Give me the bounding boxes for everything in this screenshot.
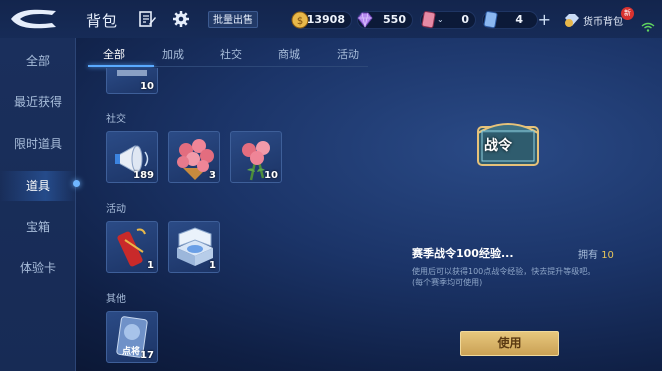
tab-active-underline [88, 65, 154, 67]
sidebar-item-recent[interactable]: 最近获得 [0, 87, 76, 117]
back-button[interactable] [8, 6, 60, 32]
chevron-down-icon[interactable]: ⌄ [437, 15, 444, 24]
wallet-icon [565, 14, 579, 27]
bulk-sell-button[interactable]: 批量出售 [208, 11, 258, 28]
section-label-social: 社交 [106, 114, 126, 125]
sidebar-item-trial-card[interactable]: 体验卡 [0, 253, 76, 283]
inventory-item-rose-bouquet[interactable]: 3 [168, 131, 220, 183]
gold-currency: $ 13908 [291, 11, 352, 29]
sidebar-item-all[interactable]: 全部 [0, 46, 76, 76]
voucher-currency: 4 + [482, 10, 551, 29]
item-title: 赛季战令100经验... [412, 247, 514, 260]
wallet-button[interactable]: 货币背包 新 [563, 7, 634, 29]
section-label-other: 其他 [106, 294, 126, 305]
new-badge: 新 [621, 7, 634, 20]
inventory-item-disc-box[interactable]: 1 [168, 221, 220, 273]
section-label-event: 活动 [106, 204, 126, 215]
ticket-currency: ⌄ 0 [420, 11, 476, 29]
chest-label: 战令 [484, 138, 512, 154]
diamond-currency: 550 [357, 11, 413, 29]
tab-boost[interactable]: 加成 [153, 44, 193, 66]
edit-icon[interactable] [138, 10, 156, 28]
page-title: 背包 [86, 12, 119, 30]
category-tabs: 全部 加成 社交 商城 活动 [90, 44, 365, 66]
item-description-note: (每个赛季均可使用) [412, 278, 483, 287]
svg-text:$: $ [297, 16, 303, 27]
inventory-item-megaphone[interactable]: 189 [106, 131, 158, 183]
tab-social[interactable]: 社交 [211, 44, 251, 66]
item-description: 使用后可以获得100点战令经验，快去提升等级吧。 [412, 267, 596, 276]
sidebar: 全部 最近获得 限时道具 道具 宝箱 体验卡 [0, 38, 80, 371]
partial-item[interactable]: 10 [106, 68, 158, 94]
sidebar-item-chest[interactable]: 宝箱 [0, 212, 76, 242]
top-bar: 背包 批量出售 $ 13908 550 ⌄ 0 4 + 货币背包 新 [0, 0, 662, 38]
tab-all[interactable]: 全部 [94, 44, 134, 66]
owned-count: 拥有 10 [578, 250, 614, 261]
selected-item-preview: 战令 [474, 113, 542, 169]
inventory-item-point-card[interactable]: 点将 17 [106, 311, 158, 363]
sidebar-item-props[interactable]: 道具 [0, 171, 76, 201]
voucher-icon [483, 11, 498, 29]
add-currency-button[interactable]: + [538, 10, 551, 29]
inventory-item-firecracker[interactable]: 1 [106, 221, 158, 273]
use-button[interactable]: 使用 [460, 331, 559, 356]
back-arrow-icon [11, 9, 56, 29]
tab-event[interactable]: 活动 [328, 44, 368, 66]
point-card-text: 点将 [122, 347, 141, 357]
gear-icon[interactable] [172, 10, 190, 28]
diamond-icon [357, 12, 373, 28]
sidebar-item-limited[interactable]: 限时道具 [0, 129, 76, 159]
tab-shop[interactable]: 商城 [269, 44, 309, 66]
ticket-icon [421, 11, 436, 29]
active-indicator [73, 180, 80, 187]
inventory-item-rose[interactable]: 10 [230, 131, 282, 183]
wifi-icon [641, 22, 655, 32]
